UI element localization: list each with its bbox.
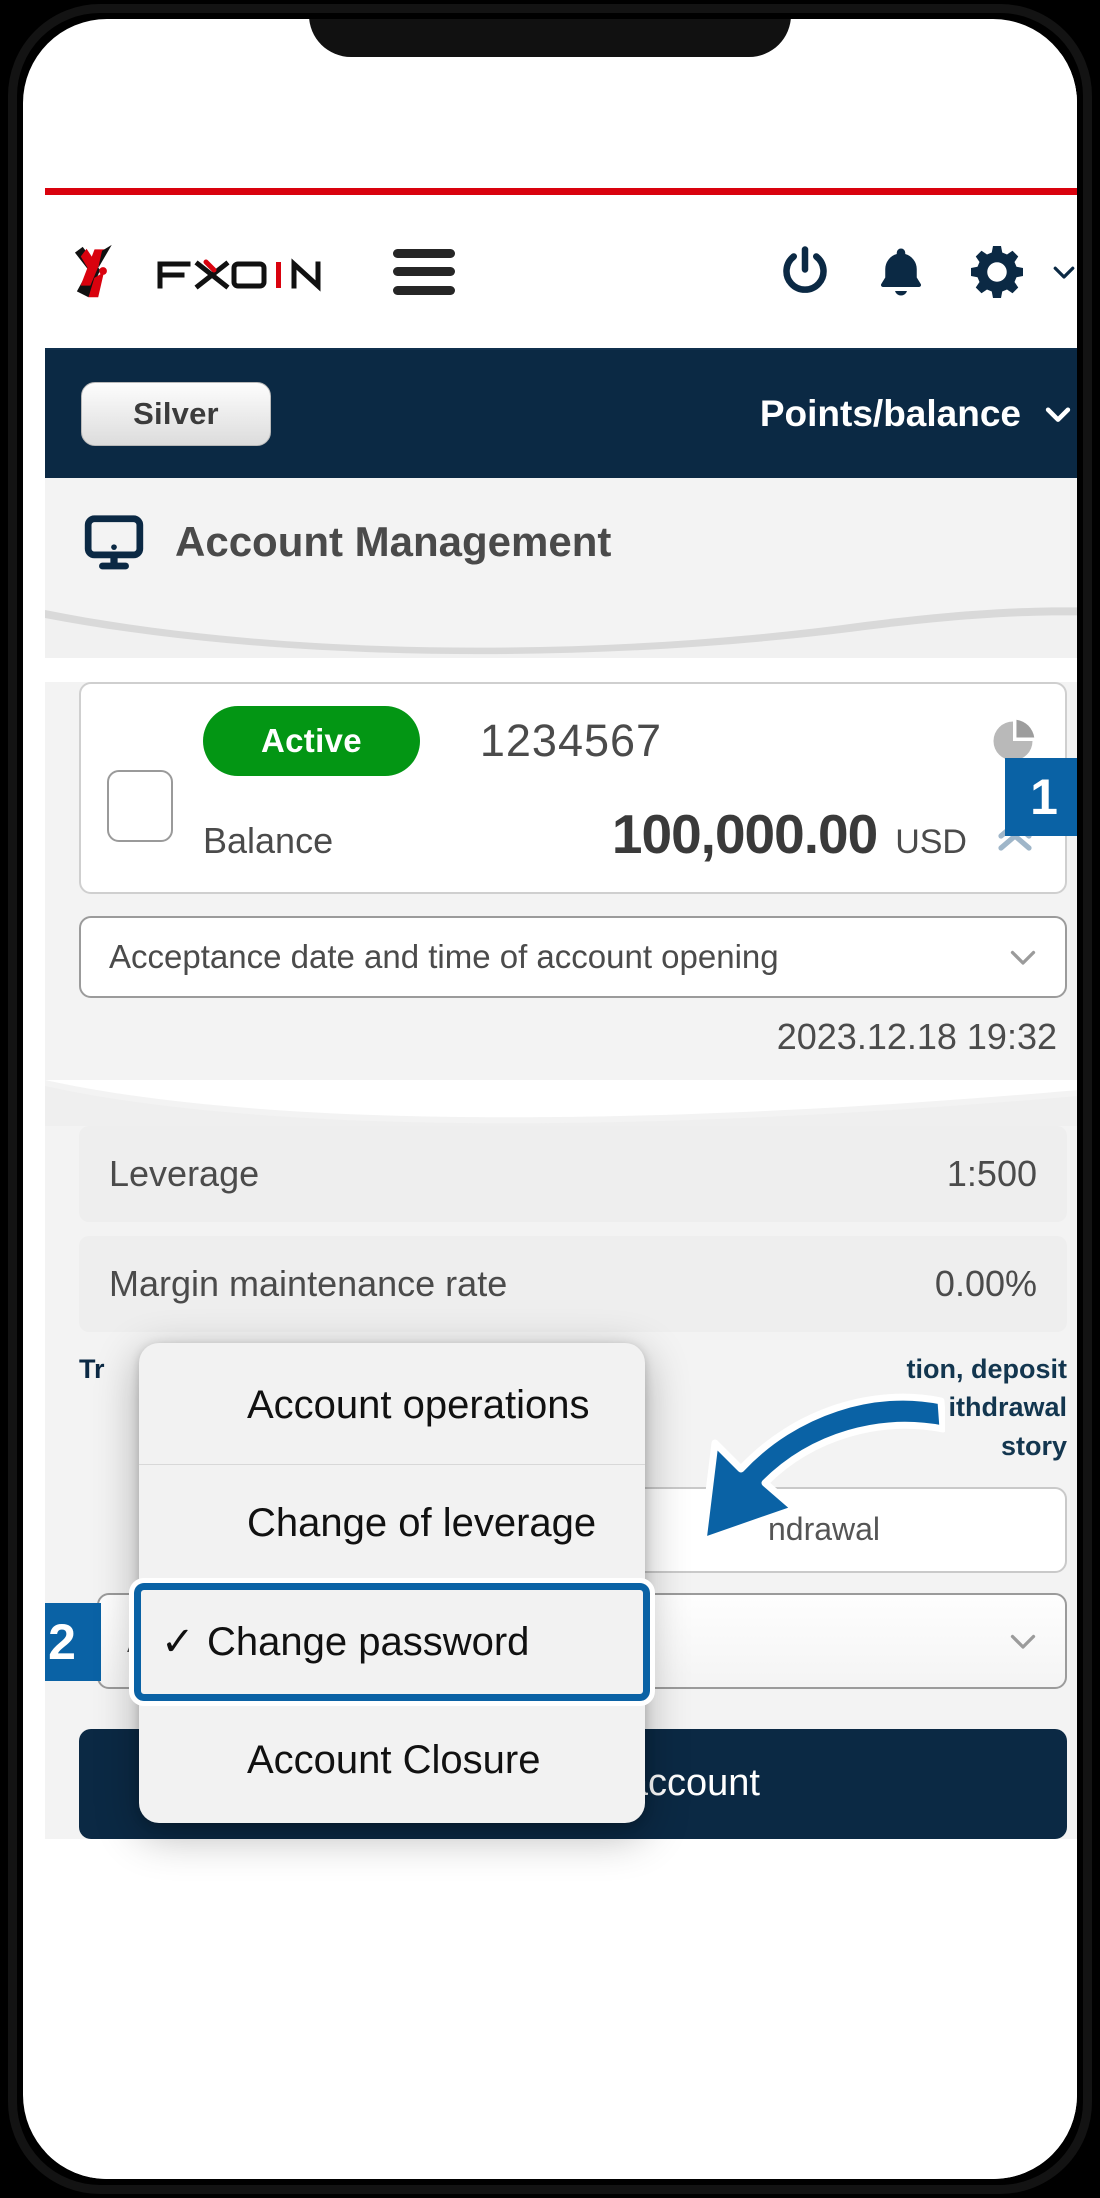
page-title: Account Management [175, 518, 612, 565]
dropdown-option-label: Change password [207, 1619, 530, 1664]
check-icon: ✓ [161, 1620, 195, 1664]
info-row-leverage: Leverage 1:500 [79, 1126, 1067, 1222]
dropdown-option-label: Change of leverage [247, 1501, 597, 1545]
hamburger-menu-button[interactable] [393, 248, 455, 295]
points-balance-toggle[interactable]: Points/balance [760, 393, 1075, 435]
account-card: Active 1234567 Balance 100,000.00 USD 1 [79, 682, 1077, 894]
account-opening-date-select[interactable]: Acceptance date and time of account open… [79, 916, 1067, 998]
withdrawal-pill-right[interactable]: ndrawal [581, 1486, 1067, 1573]
account-opening-date-label: Acceptance date and time of account open… [109, 938, 779, 975]
header-actions [775, 242, 1077, 302]
page-title-band: Account Management [45, 478, 1077, 606]
status-bar-area [45, 53, 1077, 188]
phone-frame: Silver Points/balance Account Management… [0, 0, 1100, 2198]
tier-points-bar: Silver Points/balance [45, 350, 1077, 478]
gear-icon[interactable] [967, 242, 1027, 302]
dropdown-option-account-closure[interactable]: Account Closure [139, 1701, 645, 1819]
trading-desc-line: ithdrawal [948, 1392, 1067, 1423]
trading-desc-line: tion, deposit [906, 1354, 1067, 1384]
hamburger-bar [393, 267, 455, 276]
info-row-value: 0.00% [934, 1263, 1037, 1304]
trading-info-description: tion, deposit ithdrawal story [907, 1350, 1067, 1465]
info-row-label: Leverage [109, 1153, 260, 1194]
balance-value: 100,000.00 [611, 803, 878, 865]
phone-notch [309, 19, 791, 57]
app-header [45, 195, 1077, 350]
tier-badge[interactable]: Silver [81, 382, 271, 446]
step-badge-1: 1 [1005, 758, 1077, 836]
balance-currency: USD [895, 823, 967, 861]
phone-bezel: Silver Points/balance Account Management… [8, 4, 1092, 2194]
info-row-margin-maintenance: Margin maintenance rate 0.00% [79, 1236, 1067, 1332]
account-operations-dropdown-popup[interactable]: Account operations Change of leverage ✓ … [129, 1343, 655, 1823]
power-icon[interactable] [775, 242, 835, 302]
trading-info-label: Tr [79, 1354, 105, 1384]
monitor-icon [84, 515, 144, 570]
wave-divider [45, 606, 1077, 658]
brand-logo[interactable] [73, 241, 339, 303]
phone-screen: Silver Points/balance Account Management… [23, 19, 1077, 2179]
step-badge-2: 2 [45, 1602, 101, 1681]
fxon-mark-icon [74, 244, 112, 297]
info-row-label: Margin maintenance rate [109, 1263, 508, 1304]
dropdown-option-change-password[interactable]: ✓ Change password [129, 1578, 655, 1706]
chevron-down-icon [1010, 950, 1036, 965]
dropdown-option-account-operations[interactable]: Account operations [139, 1347, 645, 1465]
wave-divider [45, 1080, 1077, 1126]
hamburger-bar [393, 248, 455, 258]
chevron-down-icon [1010, 1634, 1036, 1649]
status-badge: Active [203, 706, 420, 776]
info-row-value: 1:500 [946, 1153, 1037, 1194]
hamburger-bar [393, 285, 455, 295]
dropdown-option-label: Account operations [247, 1383, 590, 1427]
account-card-top-row: Active 1234567 [107, 706, 1039, 776]
account-opening-date-value: 2023.12.18 19:32 [776, 1016, 1057, 1057]
chevron-down-icon [1045, 407, 1071, 422]
dropdown-option-label: Account Closure [247, 1737, 541, 1782]
chevron-down-icon[interactable] [1049, 257, 1077, 287]
account-card-bottom-row: Balance 100,000.00 USD [107, 802, 1039, 866]
account-select-checkbox[interactable] [107, 770, 173, 842]
app-viewport: Silver Points/balance Account Management… [45, 53, 1077, 2179]
dropdown-option-change-of-leverage[interactable]: Change of leverage [139, 1465, 645, 1583]
points-balance-label: Points/balance [759, 393, 1021, 434]
balance-label: Balance [203, 820, 334, 861]
bell-icon[interactable] [871, 242, 931, 302]
trading-desc-line: story [1000, 1430, 1067, 1461]
fxon-wordmark-icon [157, 257, 321, 292]
account-number: 1234567 [479, 715, 663, 766]
brand-red-rule [45, 188, 1077, 195]
